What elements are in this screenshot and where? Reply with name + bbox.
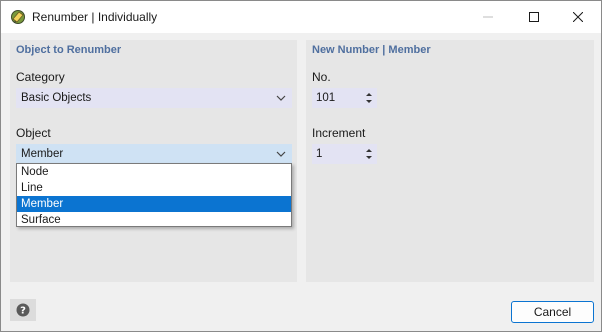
category-label: Category [16, 70, 65, 84]
help-icon: ? [16, 303, 30, 317]
dropdown-option-surface[interactable]: Surface [17, 212, 291, 228]
maximize-button[interactable] [511, 1, 557, 33]
minimize-button[interactable] [465, 1, 511, 33]
svg-text:?: ? [20, 306, 26, 317]
maximize-icon [529, 12, 539, 22]
title-bar: Renumber | Individually [1, 1, 601, 33]
dropdown-option-line[interactable]: Line [17, 180, 291, 196]
spin-arrows-icon[interactable] [365, 146, 373, 162]
category-select[interactable]: Basic Objects [16, 88, 292, 108]
object-label: Object [16, 126, 51, 140]
dropdown-option-member[interactable]: Member [17, 196, 291, 212]
increment-label: Increment [312, 126, 366, 140]
no-value: 101 [316, 92, 336, 104]
cancel-button[interactable]: Cancel [511, 301, 594, 323]
object-select[interactable]: Member [16, 144, 292, 164]
renumber-dialog: Renumber | Individually Object to Renumb… [0, 0, 602, 332]
spin-arrows-icon[interactable] [365, 90, 373, 106]
no-stepper[interactable]: 101 [312, 88, 377, 108]
object-value: Member [21, 148, 64, 160]
window-title: Renumber | Individually [32, 10, 158, 24]
no-label: No. [312, 70, 331, 84]
close-icon [573, 12, 583, 22]
chevron-down-icon [276, 95, 286, 101]
increment-value: 1 [316, 148, 323, 160]
minimize-icon [483, 16, 493, 18]
panel-title-object-to-renumber: Object to Renumber [16, 44, 122, 56]
dropdown-option-node[interactable]: Node [17, 164, 291, 180]
close-button[interactable] [555, 1, 601, 33]
renumber-app-icon [10, 9, 26, 25]
increment-stepper[interactable]: 1 [312, 144, 377, 164]
panel-title-new-number: New Number | Member [312, 44, 431, 56]
object-dropdown-list: Node Line Member Surface [16, 163, 292, 227]
chevron-down-icon [276, 151, 286, 157]
help-button[interactable]: ? [10, 299, 36, 321]
category-value: Basic Objects [21, 92, 92, 104]
